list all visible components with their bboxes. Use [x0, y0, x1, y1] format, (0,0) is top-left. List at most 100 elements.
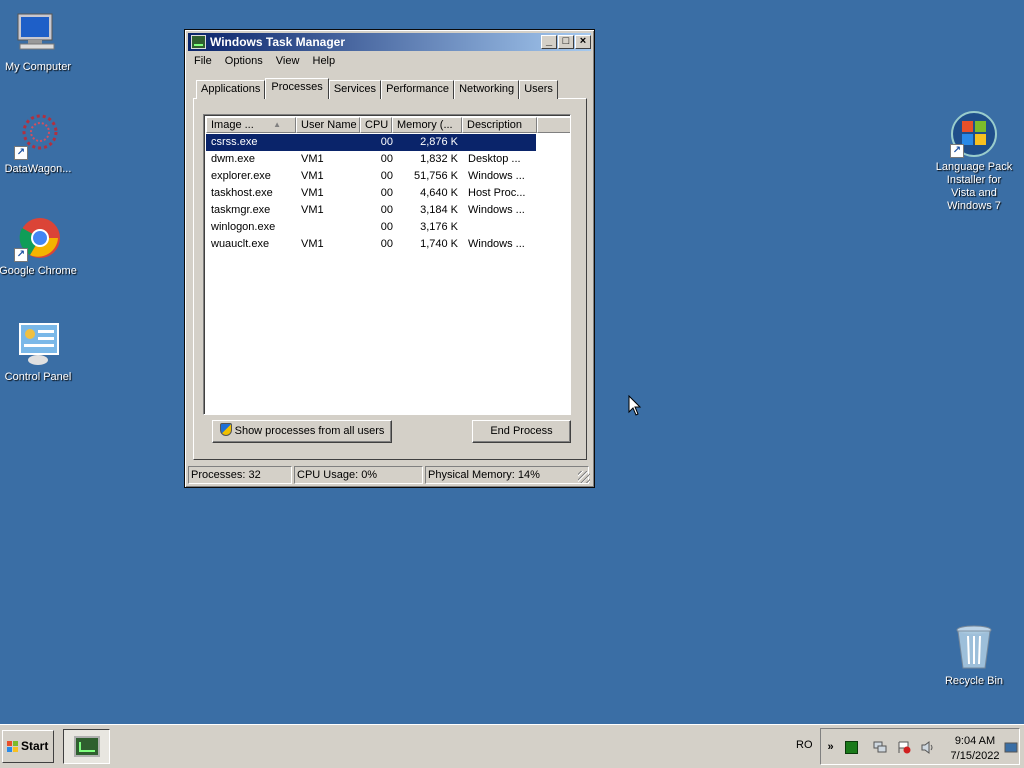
resize-grip[interactable]: [578, 471, 590, 483]
process-cpu: 00: [380, 136, 393, 148]
process-row[interactable]: taskhost.exe VM1 00 4,640 K Host Proc...: [206, 185, 536, 202]
show-desktop-icon[interactable]: [1004, 741, 1018, 754]
system-tray: » 9:04 AM 7/15/2022: [820, 728, 1020, 765]
process-cpu: 00: [380, 170, 393, 182]
process-image: taskhost.exe: [211, 187, 273, 199]
process-cpu: 00: [380, 204, 393, 216]
tab-performance[interactable]: Performance: [381, 80, 455, 99]
task-manager-tray-icon[interactable]: [845, 741, 858, 754]
tab-services[interactable]: Services: [328, 80, 381, 99]
process-image: explorer.exe: [211, 170, 271, 182]
process-memory: 1,740 K: [420, 238, 458, 250]
process-user: VM1: [301, 170, 324, 182]
tab-processes[interactable]: Processes: [265, 78, 329, 99]
column-cpu[interactable]: CPU: [360, 117, 392, 133]
tab-users[interactable]: Users: [519, 80, 558, 99]
window-title: Windows Task Manager: [210, 35, 346, 49]
desktop-icon-my-computer[interactable]: My Computer: [0, 10, 78, 74]
recycle-bin-icon: [950, 624, 998, 672]
status-processes: Processes: 32: [188, 466, 292, 484]
process-user: [301, 219, 361, 236]
desktop-icon-label: My Computer: [4, 61, 72, 73]
tab-applications[interactable]: Applications: [196, 80, 266, 99]
desktop-icon-label: Google Chrome: [0, 265, 77, 277]
shortcut-arrow-icon: ↗: [14, 146, 28, 160]
status-bar: Processes: 32 CPU Usage: 0% Physical Mem…: [188, 466, 591, 484]
desktop-icon-datawagon[interactable]: ↗ DataWagon...: [0, 112, 78, 176]
window-titlebar[interactable]: Windows Task Manager _ □ ×: [188, 33, 591, 51]
process-memory: 3,184 K: [420, 204, 458, 216]
process-row[interactable]: wuauclt.exe VM1 00 1,740 K Windows ...: [206, 236, 536, 253]
column-filler: [537, 117, 570, 133]
tab-networking[interactable]: Networking: [454, 80, 520, 99]
shortcut-arrow-icon: ↗: [950, 144, 964, 158]
network-icon[interactable]: [873, 741, 887, 754]
desktop-icon-language-pack-installer[interactable]: ↗ Language Pack Installer for Vista and …: [934, 110, 1014, 213]
desktop-icon-recycle-bin[interactable]: Recycle Bin: [934, 624, 1014, 688]
process-memory: 1,832 K: [420, 153, 458, 165]
menu-options[interactable]: Options: [220, 53, 268, 69]
process-description: Desktop ...: [468, 153, 521, 165]
menu-bar: File Options View Help: [189, 53, 340, 71]
process-row[interactable]: dwm.exe VM1 00 1,832 K Desktop ...: [206, 151, 536, 168]
taskbar: Start RO » 9:04 AM 7/15/2022: [0, 724, 1024, 768]
process-list-header: Image ... ▲ User Name CPU Memory (... De…: [206, 117, 570, 134]
windows-flag-icon: [7, 741, 19, 753]
process-row[interactable]: winlogon.exe 00 3,176 K: [206, 219, 536, 236]
process-description: Windows ...: [468, 204, 525, 216]
minimize-button[interactable]: _: [541, 35, 557, 49]
process-cpu: 00: [380, 238, 393, 250]
mouse-cursor-icon: [628, 395, 642, 416]
process-image: dwm.exe: [211, 153, 256, 165]
end-process-button[interactable]: End Process: [472, 420, 571, 443]
process-row[interactable]: taskmgr.exe VM1 00 3,184 K Windows ...: [206, 202, 536, 219]
process-cpu: 00: [380, 153, 393, 165]
taskbar-task-manager-button[interactable]: [63, 729, 110, 764]
sort-ascending-icon: ▲: [273, 120, 281, 129]
column-memory[interactable]: Memory (...: [392, 117, 462, 133]
column-user-name[interactable]: User Name: [296, 117, 360, 133]
process-user: VM1: [301, 153, 324, 165]
column-description[interactable]: Description: [462, 117, 537, 133]
language-indicator[interactable]: RO: [796, 739, 813, 751]
task-manager-window: Windows Task Manager _ □ × File Options …: [184, 29, 595, 488]
task-manager-icon: [191, 35, 206, 49]
start-button[interactable]: Start: [2, 730, 54, 763]
close-button[interactable]: ×: [575, 35, 591, 49]
process-image: taskmgr.exe: [211, 204, 271, 216]
process-user: [301, 134, 361, 151]
process-row[interactable]: csrss.exe 00 2,876 K: [206, 134, 536, 151]
process-description: Windows ...: [468, 238, 525, 250]
action-center-flag-icon[interactable]: [897, 741, 911, 754]
tray-expand-icon[interactable]: »: [824, 741, 837, 754]
show-all-processes-button[interactable]: Show processes from all users: [212, 420, 392, 443]
process-list[interactable]: Image ... ▲ User Name CPU Memory (... De…: [203, 114, 571, 415]
status-cpu-usage: CPU Usage: 0%: [294, 466, 423, 484]
process-image: winlogon.exe: [211, 221, 276, 233]
volume-icon[interactable]: [921, 741, 934, 754]
task-manager-icon: [74, 736, 100, 757]
desktop-icon-control-panel[interactable]: Control Panel: [0, 320, 78, 384]
menu-help[interactable]: Help: [308, 53, 341, 69]
process-memory: 4,640 K: [420, 187, 458, 199]
process-row[interactable]: explorer.exe VM1 00 51,756 K Windows ...: [206, 168, 536, 185]
process-memory: 51,756 K: [413, 170, 458, 182]
uac-shield-icon: [219, 423, 232, 436]
show-all-processes-label: Show processes from all users: [234, 425, 385, 437]
clock-time[interactable]: 9:04 AM: [949, 735, 1001, 747]
chrome-icon: ↗: [14, 214, 62, 262]
process-image: csrss.exe: [211, 136, 258, 148]
maximize-button[interactable]: □: [558, 35, 574, 49]
column-image-name[interactable]: Image ... ▲: [206, 117, 296, 133]
menu-view[interactable]: View: [271, 53, 305, 69]
desktop-icon-google-chrome[interactable]: ↗ Google Chrome: [0, 214, 78, 278]
desktop-icon-label: Language Pack Installer for Vista and Wi…: [935, 161, 1013, 212]
process-user: VM1: [301, 238, 324, 250]
process-description: [468, 134, 540, 151]
menu-file[interactable]: File: [189, 53, 217, 69]
clock-date[interactable]: 7/15/2022: [945, 750, 1005, 762]
desktop-icon-label: Recycle Bin: [944, 675, 1004, 687]
process-cpu: 00: [380, 221, 393, 233]
process-image: wuauclt.exe: [211, 238, 270, 250]
process-user: VM1: [301, 204, 324, 216]
